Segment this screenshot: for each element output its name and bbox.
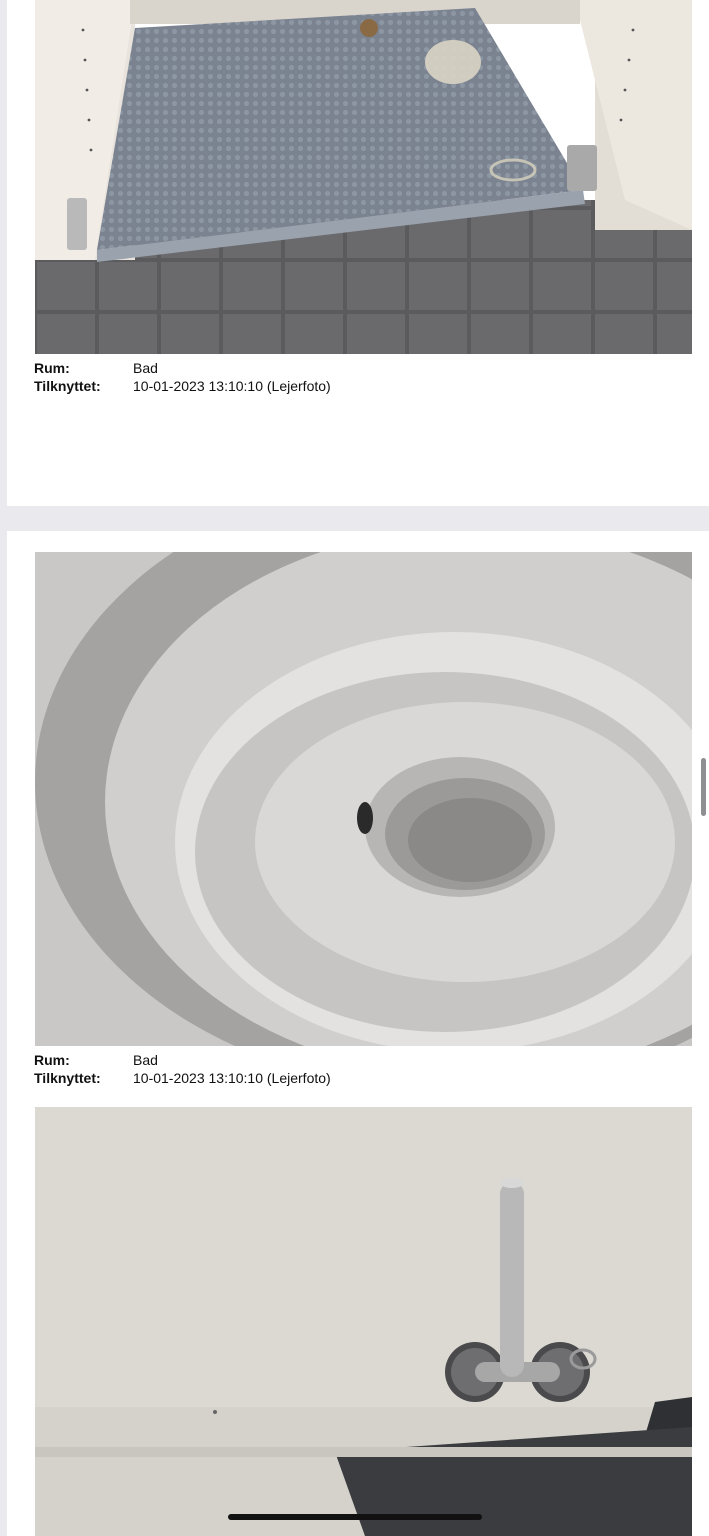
report-page-1: Rum: Bad Tilknyttet: 10-01-2023 13:10:10… — [7, 0, 709, 506]
attached-label: Tilknyttet: — [34, 1070, 101, 1086]
attached-value: 10-01-2023 13:10:10 (Lejerfoto) — [133, 378, 331, 394]
scrollbar[interactable] — [701, 758, 706, 816]
toilet-bowl-image — [35, 552, 692, 1046]
home-indicator[interactable] — [228, 1514, 482, 1520]
photo-caption: Rum: Bad Tilknyttet: 10-01-2023 13:10:10… — [34, 1051, 331, 1087]
toilet-bowl-photo — [35, 552, 692, 1046]
toilet-paper-holder-photo — [35, 1107, 692, 1536]
photo-caption: Rum: Bad Tilknyttet: 10-01-2023 13:10:10… — [34, 359, 331, 395]
cabinet-floor-image — [35, 0, 692, 354]
room-label: Rum: — [34, 360, 70, 376]
room-label: Rum: — [34, 1052, 70, 1068]
attached-value: 10-01-2023 13:10:10 (Lejerfoto) — [133, 1070, 331, 1086]
cabinet-floor-photo — [35, 0, 692, 354]
toilet-paper-holder-image — [35, 1107, 692, 1536]
attached-label: Tilknyttet: — [34, 378, 101, 394]
report-page-2: Rum: Bad Tilknyttet: 10-01-2023 13:10:10… — [7, 531, 709, 1536]
room-value: Bad — [133, 360, 158, 376]
room-value: Bad — [133, 1052, 158, 1068]
